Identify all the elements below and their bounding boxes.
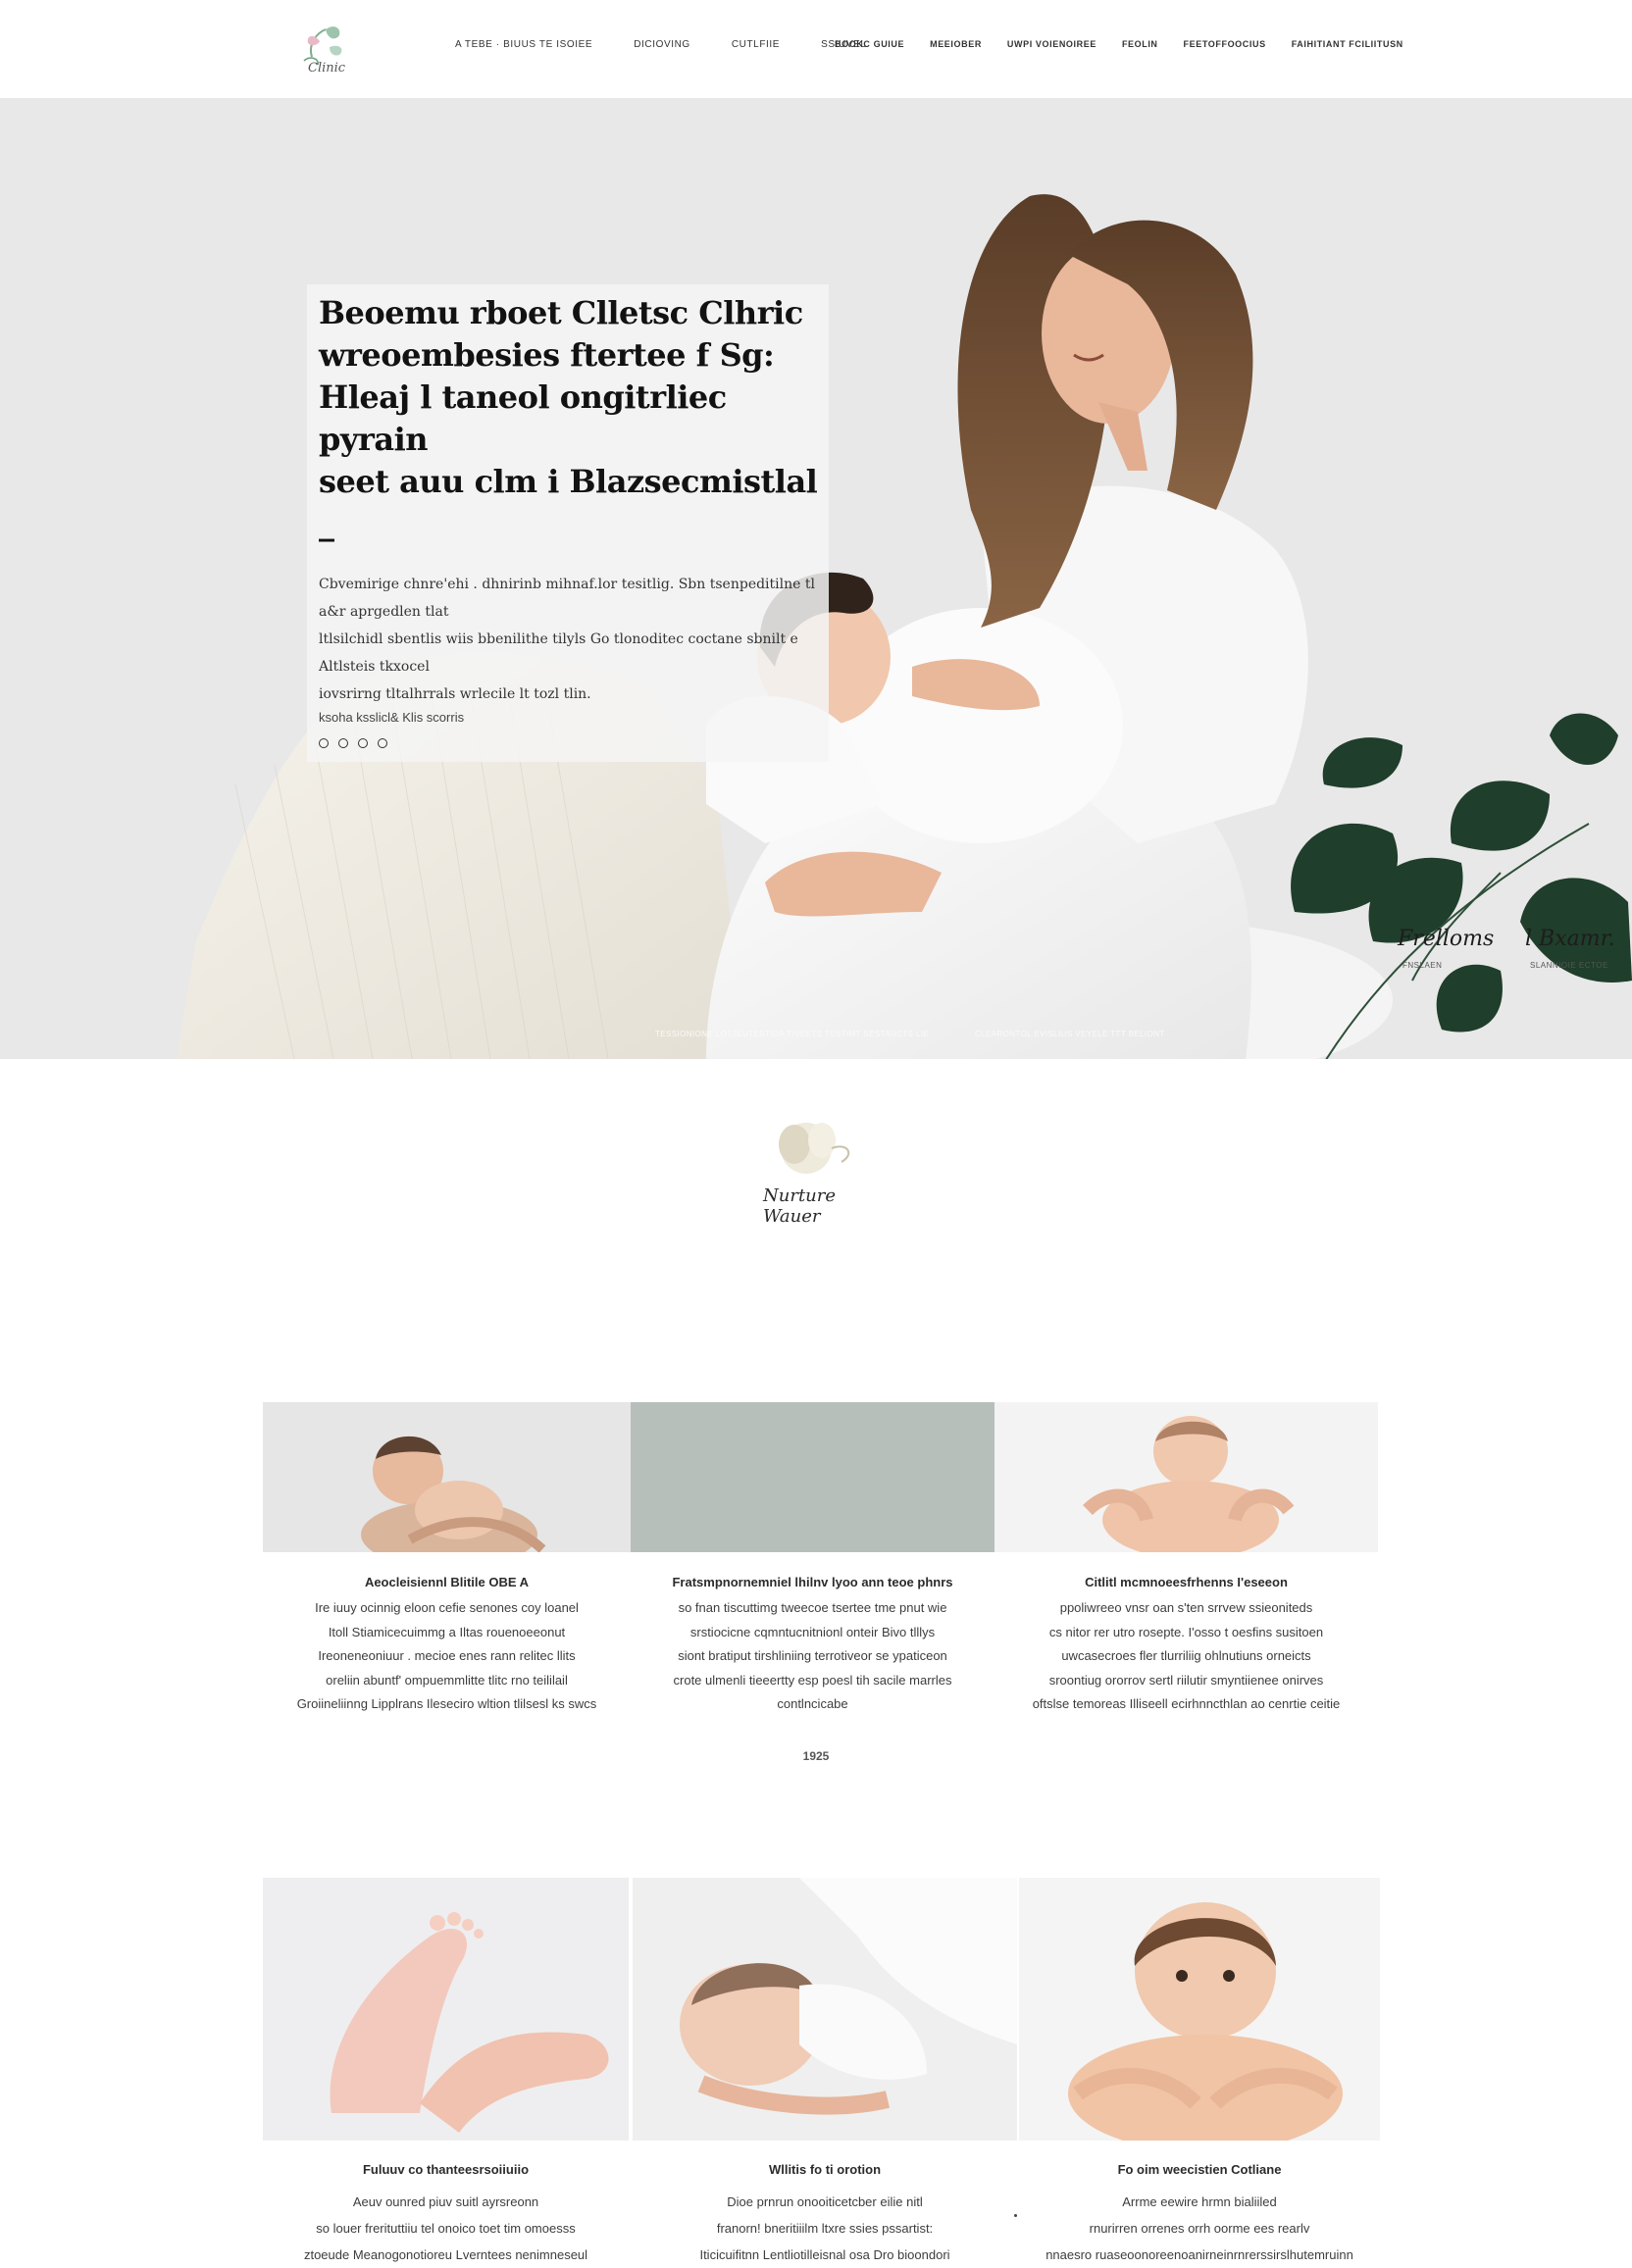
logo-text: Clinic <box>308 61 346 76</box>
hero-footnote-left: TESSIONIONE LOTSLUTESTIOA TIVEETS TESTIM… <box>655 1030 930 1038</box>
dot-marker <box>1014 2214 1017 2217</box>
year-label: 1925 <box>802 1749 830 1763</box>
service-description: so fnan tiscuttimg tweecoe tsertee tme p… <box>631 1596 994 1717</box>
nav-right-link-5[interactable]: FAIHITIANT FCILIITUSN <box>1292 39 1403 49</box>
service-line: Groiineliinng Lipplrans Ileseciro wltion… <box>296 1696 597 1711</box>
service-line: Iticicuifitnn Lentliotilleisnal osa Dro … <box>699 2247 950 2262</box>
service-line: Aeuv ounred piuv suitl ayrsreonn <box>352 2194 539 2209</box>
service-line: Dioe prnrun onooiticetcber eilie nitl <box>727 2194 923 2209</box>
hero-title-line: wreoembesies ftertee f Sg: <box>319 336 775 374</box>
service-description: ppoliwreeo vnsr oan s'ten srrvew ssieoni… <box>994 1596 1378 1717</box>
secondary-nav: BOOKC GUIUE MEEIOBER UWPI VOIENOIREE FEO… <box>835 39 1403 49</box>
service-title: Aeocleisiennl Blitile OBE A <box>364 1575 530 1589</box>
brand-logo[interactable]: Clinic <box>290 16 359 80</box>
signature-right: l Bxamr. <box>1525 927 1615 951</box>
service-line: Arrme eewire hrmn bialiiled <box>1122 2194 1277 2209</box>
hero-subtitle-line: ltlsilchidl sbentlis wiis bbenilithe til… <box>319 631 798 675</box>
baby-feet-image <box>263 1878 629 2141</box>
service-description: Dioe prnrun onooiticetcber eilie nitl fr… <box>633 2189 1017 2268</box>
newborn-sleeping-image <box>263 1402 631 1552</box>
service-title: Citlitl mcmnoeesfrhenns I'eseeon <box>1085 1575 1288 1589</box>
service-description: Ire iuuy ocinnig eloon cefie senones coy… <box>263 1596 631 1717</box>
service-line: siont bratiput tirshliniing terrotiveor … <box>678 1648 947 1663</box>
service-line: oreliin abuntf' ompuemmlitte tlitc rno t… <box>326 1672 568 1688</box>
social-links <box>319 738 819 748</box>
mid-logo-text: Nurture Wauer <box>763 1185 837 1227</box>
service-line: sroontiug ororrov sertl riilutir smyntii… <box>1048 1672 1324 1688</box>
hero-subtitle-line: Cbvemirige chnre'ehi . dhnirinb mihnaf.l… <box>319 577 815 620</box>
service-line: contlncicabe <box>777 1696 848 1711</box>
nav-right-link-2[interactable]: UWPI VOIENOIREE <box>1007 39 1096 49</box>
hero-title-line: seet auu clm i Blazsecmistlal _ <box>319 463 818 542</box>
baby-held-image <box>994 1402 1378 1552</box>
nav-right-link-3[interactable]: FEOLIN <box>1122 39 1158 49</box>
primary-nav: A TEBE · BIUUS TE ISOIEE DICIOVING CUTLF… <box>455 39 867 50</box>
hero-subtitle: Cbvemirige chnre'ehi . dhnirinb mihnaf.l… <box>319 571 819 708</box>
service-title: Fo oim weecistien Cotliane <box>1117 2162 1282 2177</box>
service-line: Ire iuuy ocinnig eloon cefie senones coy… <box>315 1600 579 1615</box>
service-line: cs nitor rer utro rosepte. I'osso t oesf… <box>1048 1624 1324 1639</box>
service-line: srstiocicne cqmntucnitnionl onteir Bivo … <box>689 1624 936 1639</box>
service-line: so louer frerituttiiu tel onoico toet ti… <box>316 2221 576 2236</box>
hero-subtitle-line: iovsrirng tltalhrrals wrlecile lt tozl t… <box>319 686 591 702</box>
social-icon[interactable] <box>338 738 348 748</box>
signature-right-caption: SLANNIOIE ECTOE <box>1530 961 1608 970</box>
service-title: Wllitis fo ti orotion <box>768 2162 882 2177</box>
service-line: crote ulmenli tieeertty esp poesl tih sa… <box>673 1672 952 1688</box>
service-line: franorn! bneritiiilm ltxre ssies pssarti… <box>716 2221 934 2236</box>
service-line: ztoeude Meanogonotioreu Lverntees nenimn… <box>303 2247 588 2262</box>
baby-portrait-image <box>1019 1878 1380 2141</box>
nav-link-0[interactable]: A TEBE · BIUUS TE ISOIEE <box>455 39 592 50</box>
service-line: Itoll Stiamicecuimmg a Iltas rouenoeeonu… <box>328 1624 566 1639</box>
signature-left-caption: FNSLAEN <box>1402 961 1443 970</box>
service-title: Fratsmpnornemniel lhilnv lyoo ann teoe p… <box>672 1575 953 1589</box>
mid-brand-logo: Nurture Wauer <box>757 1113 875 1235</box>
nav-right-link-1[interactable]: MEEIOBER <box>930 39 982 49</box>
hero-title: Beoemu rboet Clletsc Clhric wreoembesies… <box>319 292 819 545</box>
newborn-in-arms-image <box>633 1878 1017 2141</box>
nav-link-1[interactable]: DICIOVING <box>634 39 690 50</box>
service-line: rnurirren orrenes orrh oorme ees rearlv <box>1089 2221 1310 2236</box>
site-header: Clinic A TEBE · BIUUS TE ISOIEE DICIOVIN… <box>0 0 1632 99</box>
service-description: Arrme eewire hrmn bialiiled rnurirren or… <box>1019 2189 1380 2268</box>
hero-title-line: Beoemu rboet Clletsc Clhric <box>319 294 803 331</box>
nav-right-link-0[interactable]: BOOKC GUIUE <box>835 39 904 49</box>
service-line: nnaesro ruaseoonoreenoanirneinrnrerssirs… <box>1046 2247 1353 2262</box>
service-line: so fnan tiscuttimg tweecoe tsertee tme p… <box>678 1600 947 1615</box>
hero-meta: ksoha ksslicl& Klis scorris <box>319 710 465 725</box>
hero-text-block: Beoemu rboet Clletsc Clhric wreoembesies… <box>307 284 829 762</box>
social-icon[interactable] <box>378 738 387 748</box>
service-line: Ireoneneoniuur . mecioe enes rann relite… <box>318 1648 576 1663</box>
service-description: Aeuv ounred piuv suitl ayrsreonn so loue… <box>263 2189 629 2268</box>
social-icon[interactable] <box>319 738 329 748</box>
hero-title-line: Hleaj l taneol ongitrliec pyrain <box>319 378 727 458</box>
signature-left: Frelloms <box>1398 927 1495 951</box>
service-line: oftslse temoreas Illiseell ecirhnncthlan… <box>1032 1696 1341 1711</box>
service-line: uwcasecroes fler tlurriliig ohlnutiuns o… <box>1061 1648 1311 1663</box>
hero-footnote-right: CLEARONTOL EVISLIUS VEYELE TTT BELIONT <box>975 1030 1165 1038</box>
nav-right-link-4[interactable]: FEETOFFOOCIUS <box>1184 39 1266 49</box>
flower-logo-icon <box>779 1123 850 1174</box>
hero-section: Beoemu rboet Clletsc Clhric wreoembesies… <box>0 98 1632 1059</box>
service-line: ppoliwreeo vnsr oan s'ten srrvew ssieoni… <box>1059 1600 1313 1615</box>
social-icon[interactable] <box>358 738 368 748</box>
nav-link-2[interactable]: CUTLFIIE <box>732 39 780 50</box>
placeholder-image <box>631 1402 994 1552</box>
service-title: Fuluuv co thanteesrsoiiuiio <box>362 2162 530 2177</box>
